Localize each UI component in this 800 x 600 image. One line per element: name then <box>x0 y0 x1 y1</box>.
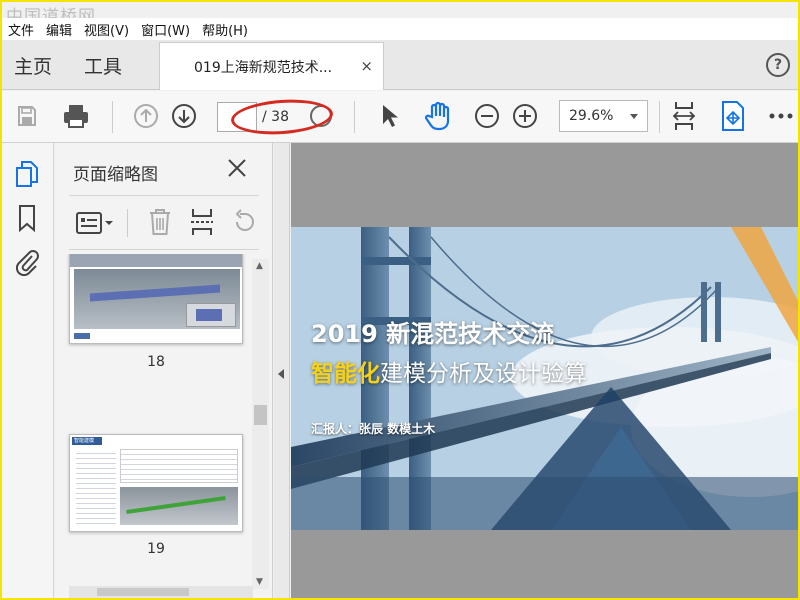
slide-subtitle: 智能化建模分析及设计验算 <box>311 354 587 388</box>
horizontal-scrollbar[interactable] <box>69 586 253 598</box>
toolbar: / 38 29.6% <box>2 91 798 143</box>
zoom-out-icon[interactable] <box>472 101 502 131</box>
slide-page: 2019 新混范技术交流 智能化建模分析及设计验算 汇报人：张辰 数模土木 <box>291 227 798 530</box>
scroll-mode-icon[interactable] <box>718 101 748 131</box>
help-icon[interactable]: ? <box>766 53 790 77</box>
menu-help[interactable]: 帮助(H) <box>196 20 254 39</box>
previous-page-icon[interactable] <box>131 101 161 131</box>
scroll-down-icon[interactable]: ▼ <box>256 577 263 587</box>
page-thumbnails-icon[interactable] <box>13 159 41 189</box>
thumbnail-page-number: 18 <box>147 354 165 370</box>
navigation-rail <box>2 143 54 598</box>
vertical-scrollbar[interactable]: ▲ ▼ <box>252 259 269 589</box>
menu-file[interactable]: 文件 <box>2 20 40 39</box>
rotate-icon[interactable] <box>231 209 257 235</box>
subtitle-highlight: 智能化 <box>311 361 380 387</box>
toolbar-divider <box>354 101 355 133</box>
thumbnail-page-18[interactable] <box>69 254 243 344</box>
app-window: 中国道桥网 文件 编辑 视图(V) 窗口(W) 帮助(H) 主页 工具 019上… <box>2 2 798 598</box>
slide-reporter: 汇报人：张辰 数模土木 <box>311 422 436 436</box>
zoom-level-dropdown[interactable]: 29.6% <box>559 100 648 132</box>
tab-document[interactable]: 019上海新规范技术... × <box>159 42 384 90</box>
thumbnail-list: 18 智能建模 19 <box>55 254 255 594</box>
menu-bar: 文件 编辑 视图(V) 窗口(W) 帮助(H) <box>2 18 798 40</box>
next-page-icon[interactable] <box>169 101 199 131</box>
hand-tool-icon[interactable] <box>423 101 453 131</box>
print-icon[interactable] <box>61 101 91 131</box>
document-view[interactable]: 2019 新混范技术交流 智能化建模分析及设计验算 汇报人：张辰 数模土木 <box>291 143 798 598</box>
bookmark-icon[interactable] <box>13 203 41 233</box>
panel-toolbar <box>69 203 259 243</box>
thumbnail-page-19[interactable]: 智能建模 <box>69 434 243 532</box>
attachment-icon[interactable] <box>13 247 41 277</box>
tab-tools[interactable]: 工具 <box>84 52 122 79</box>
subtitle-rest: 建模分析及设计验算 <box>380 361 587 387</box>
scrollbar-thumb[interactable] <box>254 405 267 425</box>
thumbnail-page-number: 19 <box>147 541 165 557</box>
divider <box>69 195 259 196</box>
menu-edit[interactable]: 编辑 <box>40 20 78 39</box>
panel-title: 页面缩略图 <box>73 165 158 185</box>
panel-splitter[interactable] <box>274 143 290 598</box>
thumbnails-panel: 页面缩略图 18 智能建模 19 ▲ ▼ <box>55 143 273 598</box>
menu-window[interactable]: 窗口(W) <box>135 20 196 39</box>
extract-pages-icon[interactable] <box>189 207 215 237</box>
fit-page-icon[interactable] <box>669 101 699 131</box>
thumbnail-options-icon[interactable] <box>75 211 115 235</box>
save-icon[interactable] <box>12 101 42 131</box>
more-options-icon[interactable] <box>766 101 796 131</box>
toolbar-divider <box>127 209 128 237</box>
toolbar-divider <box>112 101 113 133</box>
thumbnail-header-label: 智能建模 <box>72 437 102 445</box>
slide-title: 2019 新混范技术交流 <box>311 320 555 348</box>
scroll-up-icon[interactable]: ▲ <box>256 261 263 271</box>
collapse-panel-icon[interactable] <box>278 369 284 379</box>
trash-icon[interactable] <box>147 207 173 237</box>
close-tab-icon[interactable]: × <box>360 57 373 75</box>
toolbar-divider <box>659 101 660 133</box>
scrollbar-thumb[interactable] <box>97 588 189 596</box>
zoom-level-value: 29.6% <box>569 108 614 124</box>
close-panel-icon[interactable] <box>225 156 249 180</box>
divider <box>69 249 259 250</box>
tab-row: 主页 工具 019上海新规范技术... × ? <box>2 40 798 90</box>
menu-view[interactable]: 视图(V) <box>78 20 135 39</box>
select-cursor-icon[interactable] <box>374 101 404 131</box>
zoom-in-icon[interactable] <box>510 101 540 131</box>
document-tab-title: 019上海新规范技术... <box>194 59 333 76</box>
chevron-down-icon <box>630 114 638 119</box>
tab-home[interactable]: 主页 <box>14 52 52 79</box>
